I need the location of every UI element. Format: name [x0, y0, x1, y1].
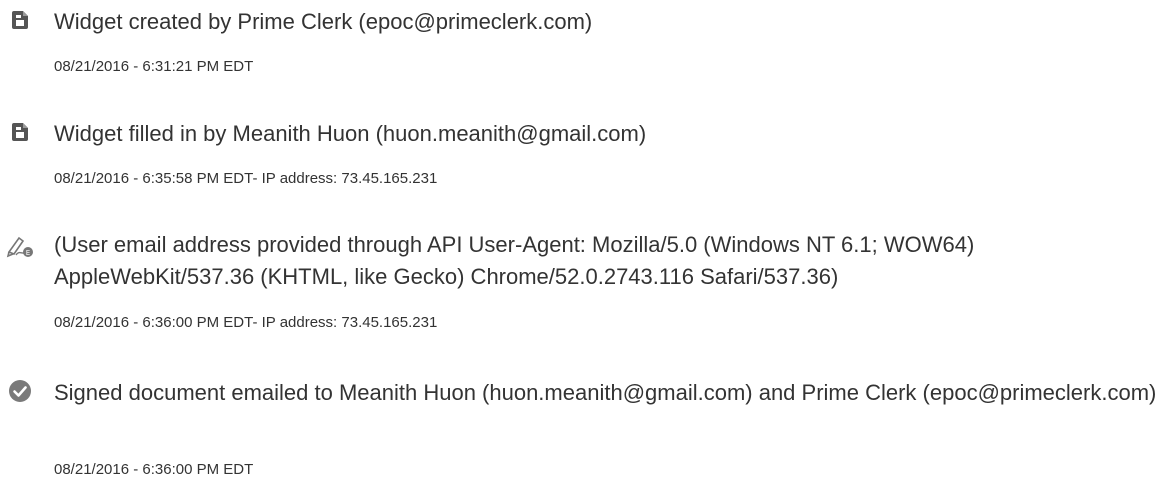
audit-trail: Widget created by Prime Clerk (epoc@prim…	[0, 0, 1173, 488]
event-timestamp: 08/21/2016 - 6:36:00 PM EDT	[54, 461, 254, 478]
document-copy-icon	[12, 11, 28, 29]
signature-pen-icon: E	[6, 236, 33, 258]
event-timestamp: 08/21/2016 - 6:36:00 PM EDT- IP address:…	[54, 314, 438, 331]
document-copy-icon	[12, 123, 28, 141]
event-title: Widget created by Prime Clerk (epoc@prim…	[54, 9, 593, 34]
event-title: Signed document emailed to Meanith Huon …	[54, 380, 1157, 405]
event-title: Widget filled in by Meanith Huon (huon.m…	[54, 121, 647, 146]
event-timestamp: 08/21/2016 - 6:31:21 PM EDT	[54, 58, 254, 75]
event-timestamp: 08/21/2016 - 6:35:58 PM EDT- IP address:…	[54, 170, 438, 187]
event-title: (User email address provided through API…	[54, 232, 975, 289]
svg-text:E: E	[26, 249, 30, 257]
check-circle-icon	[9, 380, 31, 402]
